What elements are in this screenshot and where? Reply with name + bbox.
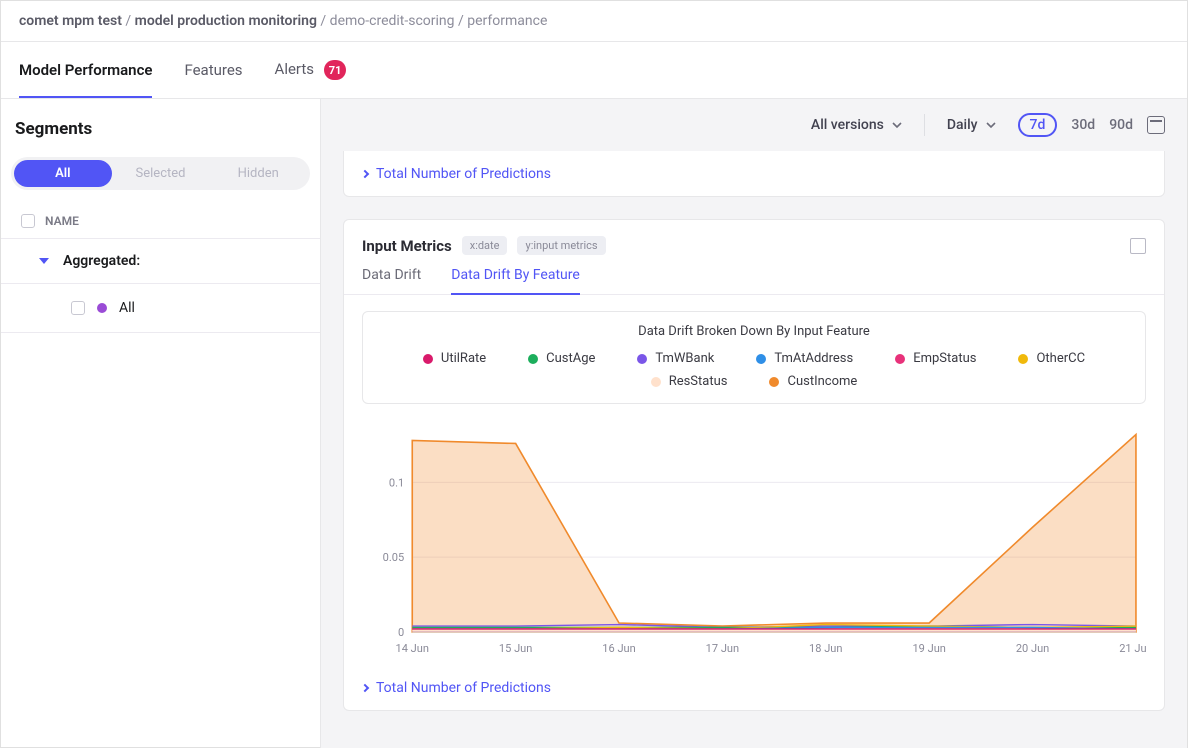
input-metrics-card: Input Metrics x:date y:input metrics Dat… <box>343 219 1165 711</box>
top-tabs: Model Performance Features Alerts 71 <box>1 42 1187 99</box>
range-30d[interactable]: 30d <box>1071 117 1095 133</box>
legend-item[interactable]: TmAtAddress <box>756 351 853 366</box>
legend-swatch <box>1018 354 1028 364</box>
segment-group-aggregated[interactable]: Aggregated: <box>1 239 320 284</box>
tab-alerts[interactable]: Alerts 71 <box>275 42 347 98</box>
svg-text:20 Jun: 20 Jun <box>1016 642 1049 655</box>
legend-label: EmpStatus <box>913 351 976 366</box>
legend-item[interactable]: ResStatus <box>651 374 728 389</box>
chevron-down-icon <box>986 120 996 130</box>
seg-selected[interactable]: Selected <box>112 160 210 187</box>
legend-title: Data Drift Broken Down By Input Feature <box>379 324 1129 339</box>
main-panel: All versions Daily 7d 30d 90d Total <box>321 99 1187 748</box>
granularity-dropdown[interactable]: Daily <box>947 117 996 133</box>
legend-label: CustIncome <box>787 374 857 389</box>
chart-legend: Data Drift Broken Down By Input Feature … <box>362 311 1146 404</box>
segment-color-swatch <box>97 303 107 313</box>
tab-features[interactable]: Features <box>184 43 242 97</box>
breadcrumb-part-1[interactable]: model production monitoring <box>135 13 317 29</box>
segment-filter-toggle: All Selected Hidden <box>11 157 310 190</box>
calendar-icon[interactable] <box>1147 116 1165 134</box>
chevron-down-icon <box>892 120 902 130</box>
range-7d[interactable]: 7d <box>1018 113 1058 137</box>
svg-text:21 Jun: 21 Jun <box>1119 642 1146 655</box>
previous-card: Total Number of Predictions <box>343 151 1165 197</box>
legend-swatch <box>769 377 779 387</box>
pill-y: y:input metrics <box>517 236 605 255</box>
innertab-data-drift[interactable]: Data Drift <box>362 267 421 294</box>
select-all-checkbox[interactable] <box>21 214 35 228</box>
prev-total-label: Total Number of Predictions <box>376 166 551 182</box>
legend-label: UtilRate <box>441 351 486 366</box>
segments-list-header: NAME <box>1 204 320 239</box>
legend-label: ResStatus <box>669 374 728 389</box>
tab-model-performance[interactable]: Model Performance <box>19 43 152 97</box>
chevron-right-icon <box>361 170 369 178</box>
total-predictions-expander[interactable]: Total Number of Predictions <box>344 666 1164 710</box>
legend-label: OtherCC <box>1036 351 1085 366</box>
segments-title: Segments <box>1 113 320 157</box>
seg-hidden[interactable]: Hidden <box>209 160 307 187</box>
pill-x: x:date <box>462 236 508 255</box>
innertab-data-drift-by-feature[interactable]: Data Drift By Feature <box>451 267 580 295</box>
legend-item[interactable]: TmWBank <box>637 351 714 366</box>
legend-item[interactable]: CustAge <box>528 351 595 366</box>
svg-text:17 Jun: 17 Jun <box>706 642 739 655</box>
range-90d[interactable]: 90d <box>1109 117 1133 133</box>
svg-text:15 Jun: 15 Jun <box>499 642 532 655</box>
segment-row-all[interactable]: All <box>1 284 320 333</box>
svg-text:14 Jun: 14 Jun <box>396 642 429 655</box>
name-header: NAME <box>45 214 79 228</box>
breadcrumb-part-2[interactable]: demo-credit-scoring <box>330 13 455 29</box>
legend-item[interactable]: OtherCC <box>1018 351 1085 366</box>
seg-all[interactable]: All <box>14 160 112 187</box>
legend-swatch <box>895 354 905 364</box>
svg-text:0.05: 0.05 <box>383 551 405 564</box>
segment-checkbox-all[interactable] <box>71 301 85 315</box>
chart-area: 0 0.05 0.1 14 Jun 15 Jun 16 Jun 17 Jun 18 Jun 19… <box>344 412 1164 666</box>
alerts-badge: 71 <box>324 60 347 80</box>
legend-label: TmWBank <box>655 351 714 366</box>
svg-text:16 Jun: 16 Jun <box>602 642 635 655</box>
legend-item[interactable]: EmpStatus <box>895 351 976 366</box>
fullscreen-icon[interactable] <box>1130 238 1146 254</box>
legend-label: TmAtAddress <box>774 351 853 366</box>
inner-tabs: Data Drift Data Drift By Feature <box>344 255 1164 295</box>
card-title: Input Metrics <box>362 237 452 255</box>
svg-text:0.1: 0.1 <box>389 476 404 489</box>
prev-total-predictions[interactable]: Total Number of Predictions <box>344 152 1164 196</box>
versions-label: All versions <box>811 117 884 133</box>
legend-item[interactable]: CustIncome <box>769 374 857 389</box>
legend-swatch <box>651 377 661 387</box>
expand-icon <box>39 258 49 264</box>
legend-swatch <box>756 354 766 364</box>
svg-text:18 Jun: 18 Jun <box>809 642 842 655</box>
segments-sidebar: Segments All Selected Hidden NAME Aggreg… <box>1 99 321 748</box>
main-toolbar: All versions Daily 7d 30d 90d <box>321 99 1187 151</box>
tab-alerts-label: Alerts <box>275 60 315 78</box>
svg-text:19 Jun: 19 Jun <box>912 642 945 655</box>
segment-label: All <box>119 300 135 316</box>
legend-swatch <box>637 354 647 364</box>
legend-label: CustAge <box>546 351 595 366</box>
legend-item[interactable]: UtilRate <box>423 351 486 366</box>
breadcrumb-part-3[interactable]: performance <box>467 13 547 29</box>
granularity-label: Daily <box>947 117 978 133</box>
total-predictions-label: Total Number of Predictions <box>376 680 551 696</box>
divider <box>924 114 925 136</box>
breadcrumb: comet mpm test / model production monito… <box>1 1 1187 42</box>
svg-text:0: 0 <box>398 626 404 639</box>
legend-swatch <box>423 354 433 364</box>
versions-dropdown[interactable]: All versions <box>811 117 902 133</box>
time-range-picker: 7d 30d 90d <box>1018 113 1165 137</box>
chevron-right-icon <box>361 684 369 692</box>
aggregated-label: Aggregated: <box>63 253 140 269</box>
legend-swatch <box>528 354 538 364</box>
breadcrumb-part-0[interactable]: comet mpm test <box>19 13 122 29</box>
